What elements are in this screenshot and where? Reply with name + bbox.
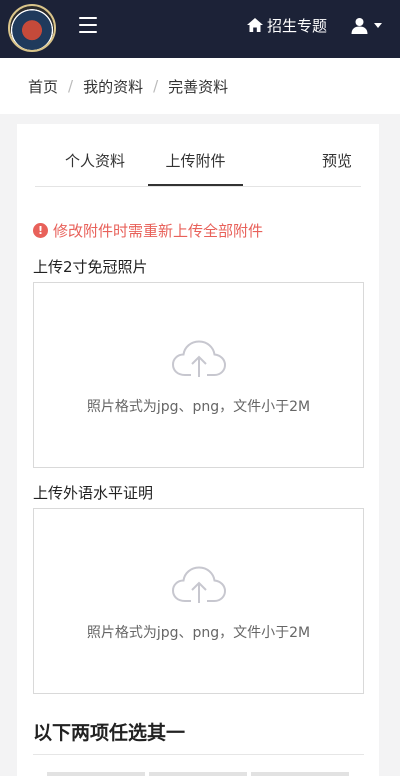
cloud-upload-icon xyxy=(171,566,227,603)
reupload-notice: ! 修改附件时需重新上传全部附件 xyxy=(33,220,263,241)
language-cert-upload-hint: 照片格式为jpg、png，文件小于2M xyxy=(86,625,311,641)
tab-upload-attachments[interactable]: 上传附件 xyxy=(148,150,243,174)
admissions-label: 招生专题 xyxy=(267,16,328,35)
breadcrumb-my-profile[interactable]: 我的资料 xyxy=(83,76,143,97)
top-navbar: 招生专题 xyxy=(0,0,400,58)
cloud-upload-icon xyxy=(171,340,227,377)
exclamation-circle-icon: ! xyxy=(33,223,48,238)
hamburger-menu-icon[interactable] xyxy=(79,17,97,33)
breadcrumb-complete-profile: 完善资料 xyxy=(168,77,229,96)
photo-upload-label: 上传2寸免冠照片 xyxy=(33,258,148,276)
caret-down-icon xyxy=(374,22,382,28)
tab-preview[interactable]: 预览 xyxy=(315,150,359,174)
tab-bar: 个人资料 上传附件 预览 xyxy=(35,124,361,187)
tab-personal-info[interactable]: 个人资料 xyxy=(49,150,141,174)
home-icon xyxy=(247,18,263,32)
photo-upload-area[interactable]: 照片格式为jpg、png，文件小于2M xyxy=(33,282,364,468)
breadcrumb-home[interactable]: 首页 xyxy=(28,76,58,97)
choose-one-heading: 以下两项任选其一 xyxy=(33,722,186,744)
breadcrumb-separator: / xyxy=(153,77,159,95)
options-table-header xyxy=(47,772,349,776)
breadcrumb-separator: / xyxy=(68,77,74,95)
user-icon xyxy=(351,17,368,34)
language-cert-upload-area[interactable]: 照片格式为jpg、png，文件小于2M xyxy=(33,508,364,694)
breadcrumb: 首页 / 我的资料 / 完善资料 xyxy=(0,58,400,114)
user-menu-button[interactable] xyxy=(351,14,382,36)
school-emblem-icon[interactable] xyxy=(8,4,56,52)
notice-text: 修改附件时需重新上传全部附件 xyxy=(53,222,264,240)
language-cert-upload-label: 上传外语水平证明 xyxy=(33,484,154,502)
profile-card: 个人资料 上传附件 预览 ! 修改附件时需重新上传全部附件 上传2寸免冠照片 照… xyxy=(17,124,379,776)
photo-upload-hint: 照片格式为jpg、png，文件小于2M xyxy=(86,399,311,415)
section-divider xyxy=(33,754,364,755)
admissions-link[interactable]: 招生专题 xyxy=(246,14,327,36)
active-tab-indicator xyxy=(148,184,243,186)
